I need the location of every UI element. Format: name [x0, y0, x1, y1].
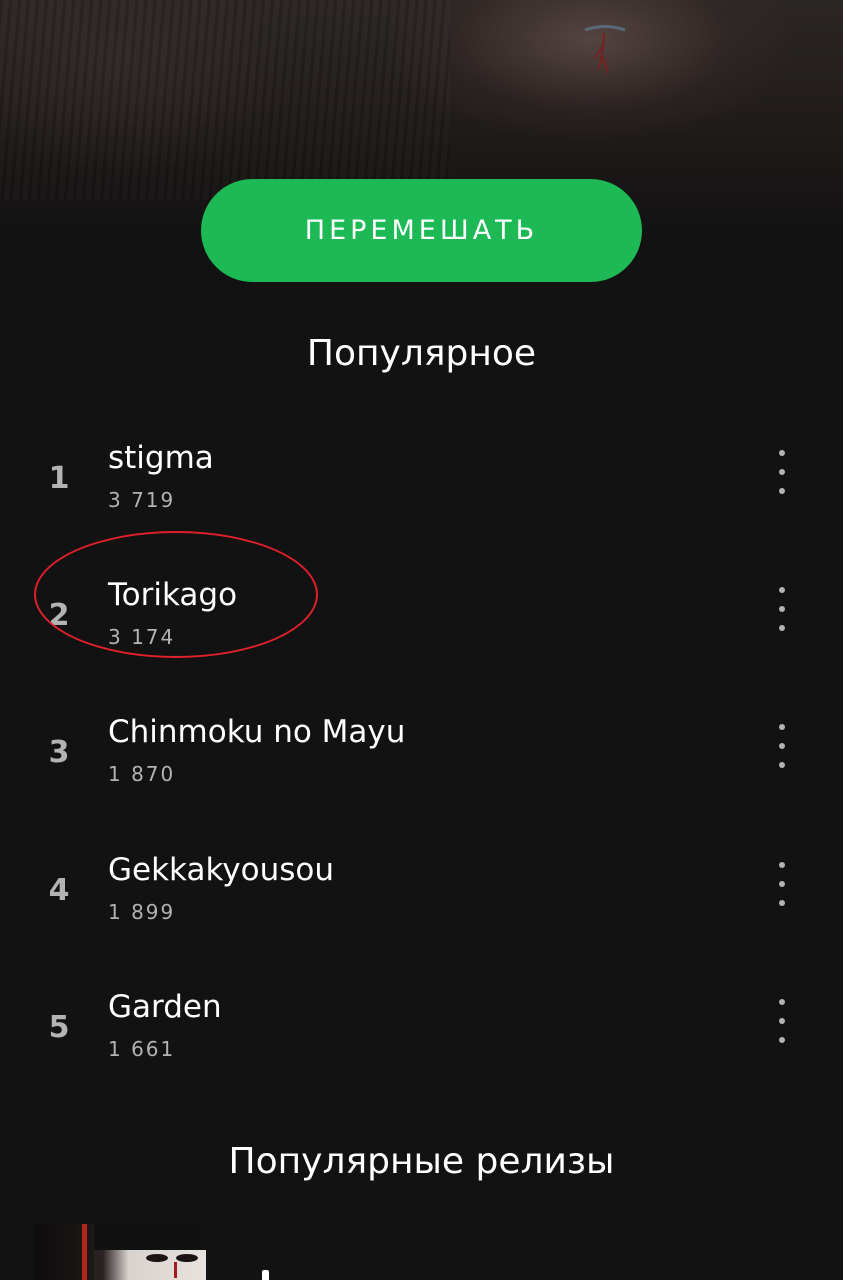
release-cover-thumbnail[interactable]	[34, 1224, 206, 1280]
track-row[interactable]: 1 stigma 3 719	[0, 425, 843, 545]
track-row[interactable]: 5 Garden 1 661	[0, 974, 843, 1094]
track-play-count: 1 661	[108, 1037, 176, 1061]
shuffle-play-label: ПЕРЕМЕШАТЬ	[304, 215, 539, 246]
release-title-fragment	[262, 1270, 269, 1280]
more-vertical-icon[interactable]	[760, 724, 804, 774]
track-play-count: 3 174	[108, 625, 176, 649]
track-play-count: 1 899	[108, 900, 176, 924]
track-row[interactable]: 4 Gekkakyousou 1 899	[0, 837, 843, 957]
shuffle-play-button[interactable]: ПЕРЕМЕШАТЬ	[201, 179, 642, 282]
track-title: Chinmoku no Mayu	[108, 714, 406, 750]
header-art-detail	[584, 25, 626, 74]
track-row[interactable]: 2 Torikago 3 174	[0, 562, 843, 682]
track-rank: 5	[48, 1010, 70, 1045]
popular-section-title: Популярное	[306, 333, 537, 374]
track-title: stigma	[108, 440, 214, 476]
more-vertical-icon[interactable]	[760, 587, 804, 637]
popular-releases-title: Популярные релизы	[228, 1141, 615, 1182]
track-row[interactable]: 3 Chinmoku no Mayu 1 870	[0, 699, 843, 819]
track-title: Gekkakyousou	[108, 852, 335, 888]
track-rank: 4	[48, 873, 70, 908]
header-art-texture	[0, 0, 450, 200]
more-vertical-icon[interactable]	[760, 862, 804, 912]
track-rank: 1	[48, 461, 70, 496]
track-play-count: 3 719	[108, 488, 176, 512]
more-vertical-icon[interactable]	[760, 450, 804, 500]
track-rank: 2	[48, 598, 70, 633]
track-rank: 3	[48, 735, 70, 770]
track-title: Garden	[108, 989, 222, 1025]
artist-page: ПЕРЕМЕШАТЬ Популярное 1 stigma 3 719 2 T…	[0, 0, 843, 1280]
track-title: Torikago	[108, 577, 238, 613]
more-vertical-icon[interactable]	[760, 999, 804, 1049]
track-play-count: 1 870	[108, 762, 176, 786]
